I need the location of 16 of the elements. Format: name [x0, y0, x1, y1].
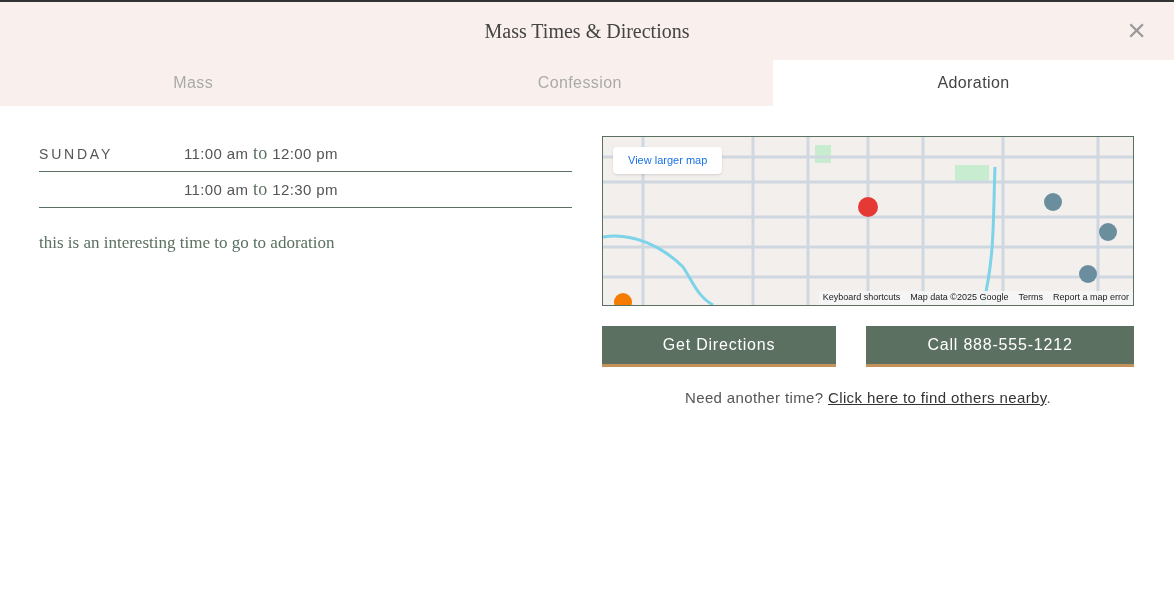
day-label: SUNDAY — [39, 145, 114, 162]
footer-text: Need another time? Click here to find others nearby. — [683, 388, 1053, 408]
attribution-link[interactable]: Report a map error — [1052, 291, 1129, 305]
time-range: 11:00 am to 12:30 pm — [184, 178, 338, 201]
directions-button[interactable]: Get Directions — [602, 326, 836, 367]
dialog-title: Mass Times & Directions — [484, 19, 690, 44]
call-button[interactable]: Call 888-555-1212 — [866, 326, 1134, 367]
attribution-link[interactable]: Map data ©2025 Google — [910, 291, 1009, 305]
attribution-link[interactable]: Terms — [1018, 291, 1043, 305]
note-text: this is an interesting time to go to adoration — [39, 232, 336, 254]
attribution-link[interactable]: Keyboard shortcuts — [822, 291, 901, 305]
map[interactable]: View larger map Keyboard shortcuts Map data ©2025 Google Terms Report a map error — [602, 136, 1134, 306]
time-range: 11:00 am to 12:00 pm — [184, 142, 338, 165]
tab[interactable]: Adoration — [773, 60, 1174, 106]
view-larger-map-button[interactable]: View larger map — [613, 147, 723, 174]
find-others-link[interactable]: Click here to find others nearby — [828, 389, 1047, 406]
